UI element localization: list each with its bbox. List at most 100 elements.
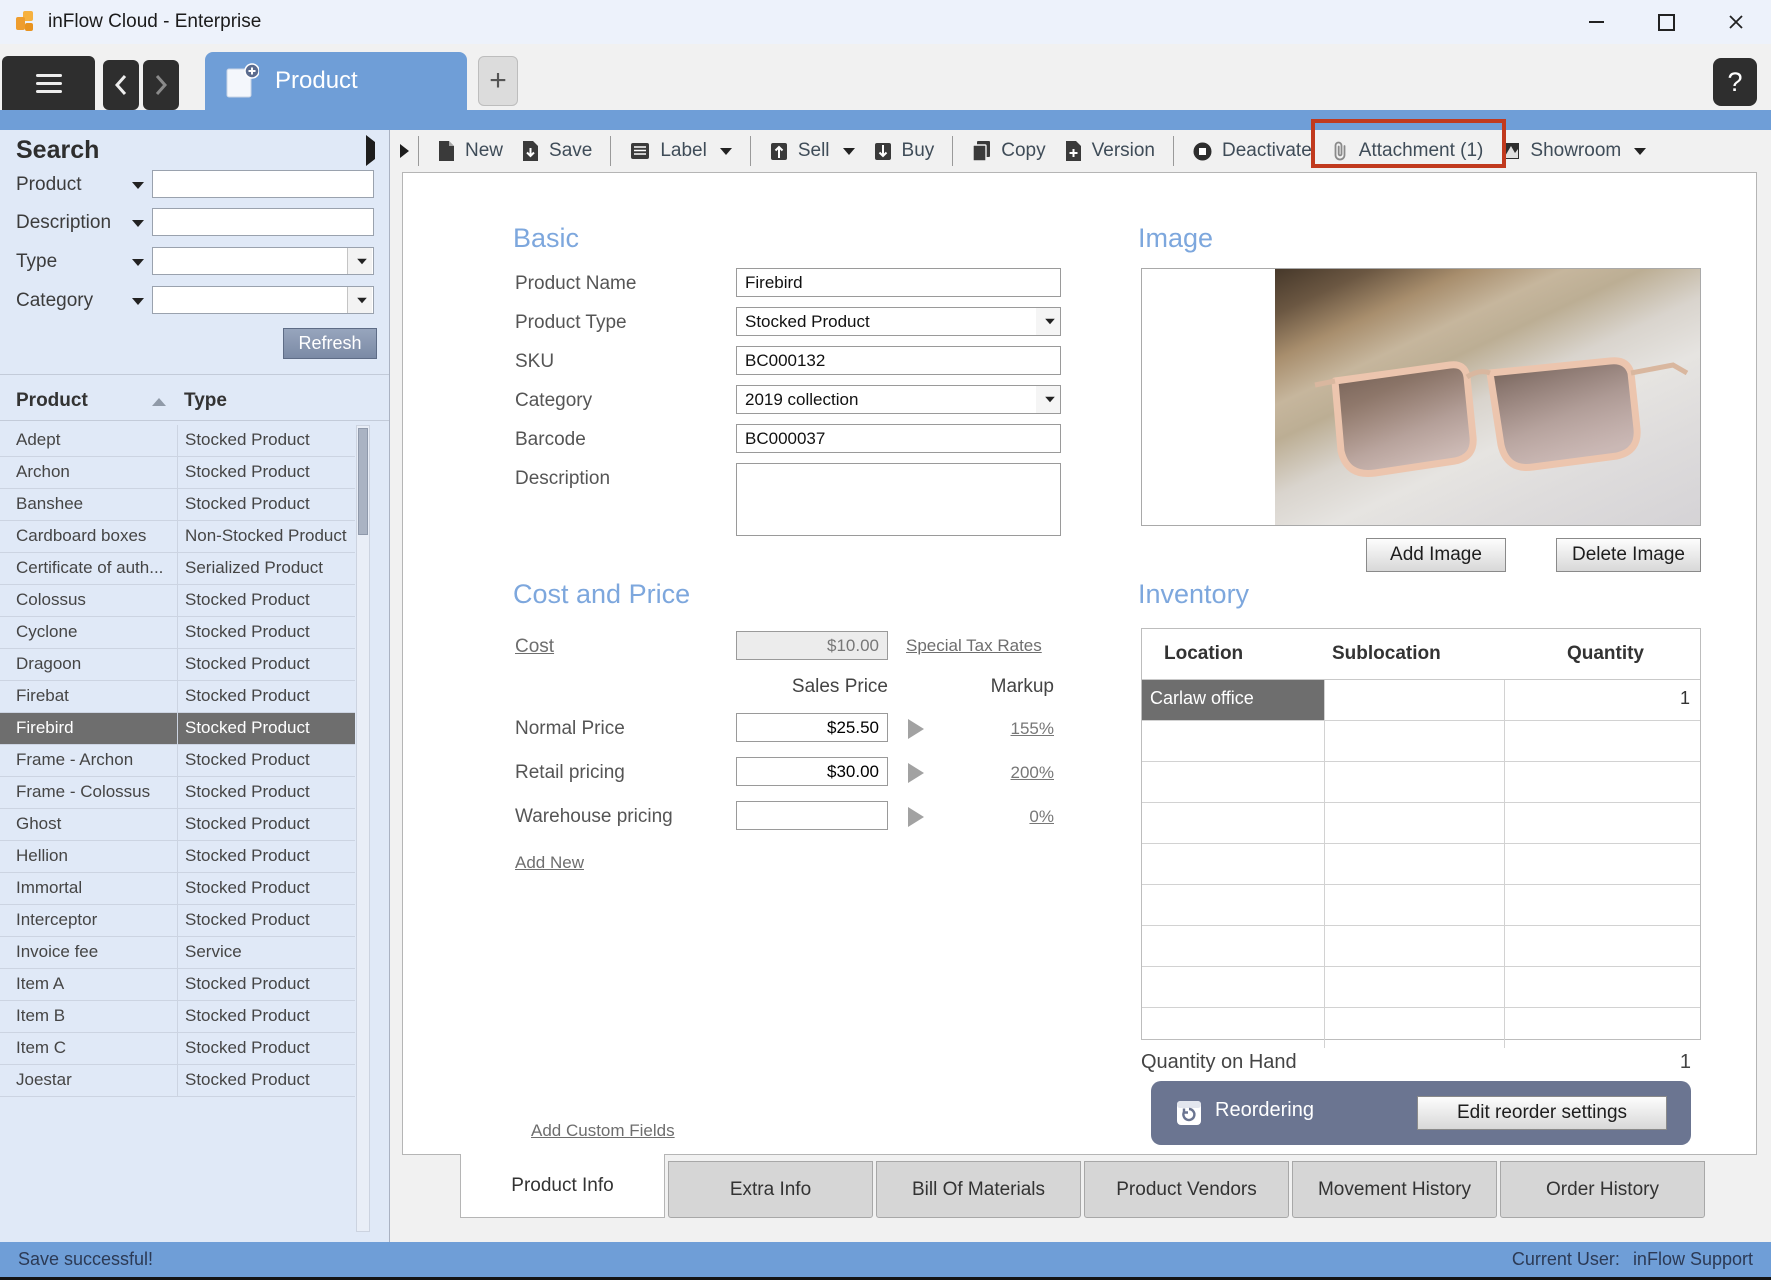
add-image-button[interactable]: Add Image xyxy=(1366,538,1506,572)
product-list-row[interactable]: Item B Stocked Product xyxy=(0,1001,355,1033)
dropdown-caret-icon[interactable] xyxy=(720,148,732,155)
column-header-product[interactable]: Product xyxy=(16,390,88,412)
sublocation-cell[interactable] xyxy=(1324,680,1504,720)
add-custom-fields-link[interactable]: Add Custom Fields xyxy=(531,1121,675,1141)
apply-markup-arrow-icon[interactable] xyxy=(908,807,924,827)
bottom-tab[interactable]: Bill Of Materials xyxy=(876,1161,1081,1218)
inventory-empty-row[interactable] xyxy=(1142,762,1700,803)
special-tax-rates-link[interactable]: Special Tax Rates xyxy=(906,636,1042,656)
column-header-type[interactable]: Type xyxy=(184,390,227,412)
collapse-sidebar-button[interactable] xyxy=(366,142,375,160)
dropdown-arrow-icon[interactable] xyxy=(1036,308,1060,335)
apply-markup-arrow-icon[interactable] xyxy=(908,719,924,739)
sidebar-scrollbar[interactable] xyxy=(356,425,370,1232)
product-list-row[interactable]: Frame - Colossus Stocked Product xyxy=(0,777,355,809)
product-list-row[interactable]: Archon Stocked Product xyxy=(0,457,355,489)
search-type-select[interactable] xyxy=(152,247,374,275)
product-list-row[interactable]: Certificate of auth... Serialized Produc… xyxy=(0,553,355,585)
minimize-button[interactable] xyxy=(1561,0,1631,44)
price-input[interactable] xyxy=(736,801,888,830)
product-list-row[interactable]: Banshee Stocked Product xyxy=(0,489,355,521)
inventory-empty-row[interactable] xyxy=(1142,721,1700,762)
tab-product[interactable]: Product xyxy=(205,52,467,110)
product-list-row[interactable]: Cyclone Stocked Product xyxy=(0,617,355,649)
product-list-row[interactable]: Joestar Stocked Product xyxy=(0,1065,355,1097)
price-input[interactable] xyxy=(736,757,888,786)
product-list-row[interactable]: Ghost Stocked Product xyxy=(0,809,355,841)
delete-image-button[interactable]: Delete Image xyxy=(1556,538,1701,572)
product-list-row[interactable]: Item A Stocked Product xyxy=(0,969,355,1001)
sell-button[interactable]: Sell xyxy=(760,136,864,166)
refresh-button[interactable]: Refresh xyxy=(283,328,377,359)
inventory-row[interactable]: Carlaw office 1 xyxy=(1142,680,1700,721)
product-list-row[interactable]: Interceptor Stocked Product xyxy=(0,905,355,937)
new-tab-button[interactable]: + xyxy=(478,56,518,106)
description-input[interactable] xyxy=(736,463,1061,536)
apply-markup-arrow-icon[interactable] xyxy=(908,763,924,783)
filter-caret-icon[interactable] xyxy=(132,259,144,266)
dropdown-arrow-icon[interactable] xyxy=(347,287,372,313)
save-button[interactable]: Save xyxy=(512,136,601,166)
main-menu-button[interactable] xyxy=(2,56,95,110)
showroom-button[interactable]: Showroom xyxy=(1492,136,1655,166)
attachment-button[interactable]: Attachment (1) xyxy=(1321,136,1493,166)
product-list-row[interactable]: Immortal Stocked Product xyxy=(0,873,355,905)
bottom-tab[interactable]: Order History xyxy=(1500,1161,1705,1218)
inventory-empty-row[interactable] xyxy=(1142,1008,1700,1048)
new-button[interactable]: New xyxy=(428,136,512,166)
product-list-row[interactable]: Cardboard boxes Non-Stocked Product xyxy=(0,521,355,553)
bottom-tab[interactable]: Movement History xyxy=(1292,1161,1497,1218)
inventory-empty-row[interactable] xyxy=(1142,885,1700,926)
bottom-tab[interactable]: Product Info xyxy=(460,1154,665,1218)
buy-button[interactable]: Buy xyxy=(864,136,944,166)
close-button[interactable] xyxy=(1701,0,1771,44)
maximize-button[interactable] xyxy=(1631,0,1701,44)
copy-button[interactable]: Copy xyxy=(962,136,1054,166)
bottom-tab[interactable]: Extra Info xyxy=(668,1161,873,1218)
markup-link[interactable]: 0% xyxy=(1029,807,1054,826)
cost-link[interactable]: Cost xyxy=(515,636,554,658)
dropdown-arrow-icon[interactable] xyxy=(347,248,372,274)
product-list-row[interactable]: Item C Stocked Product xyxy=(0,1033,355,1065)
markup-link[interactable]: 155% xyxy=(1011,719,1054,738)
product-list-row[interactable]: Hellion Stocked Product xyxy=(0,841,355,873)
location-cell[interactable]: Carlaw office xyxy=(1142,680,1324,720)
collapse-search-button[interactable] xyxy=(400,144,409,158)
barcode-input[interactable] xyxy=(736,424,1061,453)
category-select[interactable] xyxy=(736,385,1061,414)
product-type-select[interactable] xyxy=(736,307,1061,336)
markup-link[interactable]: 200% xyxy=(1011,763,1054,782)
forward-button[interactable] xyxy=(143,60,179,110)
search-category-select[interactable] xyxy=(152,286,374,314)
search-description-input[interactable] xyxy=(152,208,374,236)
dropdown-caret-icon[interactable] xyxy=(1634,148,1646,155)
inventory-empty-row[interactable] xyxy=(1142,803,1700,844)
inventory-empty-row[interactable] xyxy=(1142,926,1700,967)
product-list-row[interactable]: Frame - Archon Stocked Product xyxy=(0,745,355,777)
product-list-row[interactable]: Dragoon Stocked Product xyxy=(0,649,355,681)
sku-input[interactable] xyxy=(736,346,1061,375)
add-new-link[interactable]: Add New xyxy=(515,853,584,873)
help-button[interactable]: ? xyxy=(1713,58,1757,106)
search-product-input[interactable] xyxy=(152,170,374,198)
inventory-empty-row[interactable] xyxy=(1142,967,1700,1008)
dropdown-arrow-icon[interactable] xyxy=(1036,386,1060,413)
price-input[interactable] xyxy=(736,713,888,742)
dropdown-caret-icon[interactable] xyxy=(843,148,855,155)
back-button[interactable] xyxy=(103,60,139,110)
product-list-row[interactable]: Firebird Stocked Product xyxy=(0,713,355,745)
scrollbar-thumb[interactable] xyxy=(358,428,368,535)
filter-caret-icon[interactable] xyxy=(132,182,144,189)
label-button[interactable]: Label xyxy=(620,136,741,166)
filter-caret-icon[interactable] xyxy=(132,220,144,227)
deactivate-button[interactable]: Deactivate xyxy=(1183,136,1321,166)
product-list-row[interactable]: Firebat Stocked Product xyxy=(0,681,355,713)
product-list-row[interactable]: Colossus Stocked Product xyxy=(0,585,355,617)
edit-reorder-settings-button[interactable]: Edit reorder settings xyxy=(1417,1096,1667,1130)
filter-caret-icon[interactable] xyxy=(132,298,144,305)
bottom-tab[interactable]: Product Vendors xyxy=(1084,1161,1289,1218)
product-list-row[interactable]: Adept Stocked Product xyxy=(0,425,355,457)
product-name-input[interactable] xyxy=(736,268,1061,297)
product-list-row[interactable]: Invoice fee Service xyxy=(0,937,355,969)
version-button[interactable]: Version xyxy=(1055,136,1164,166)
